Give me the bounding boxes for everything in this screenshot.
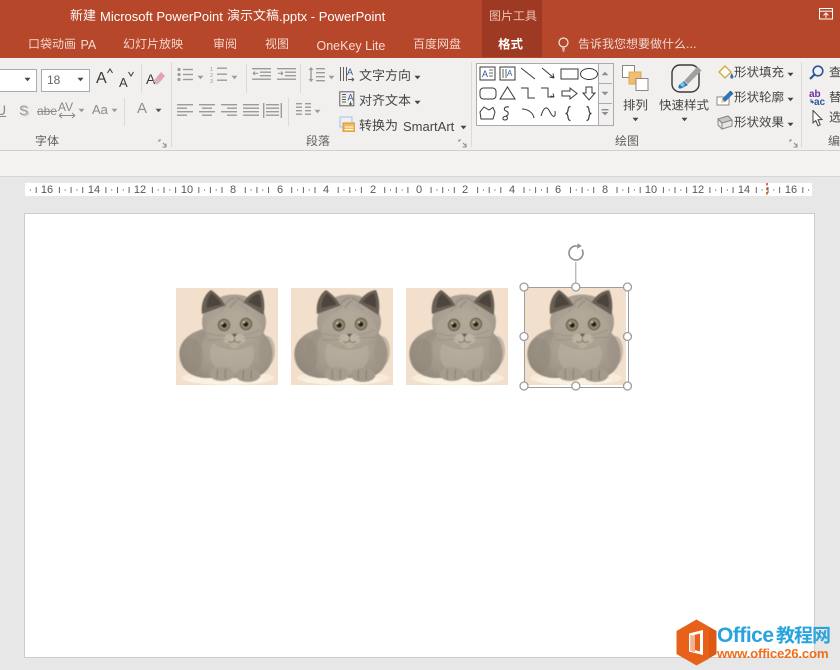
svg-text:3: 3 bbox=[210, 79, 213, 83]
svg-text:ac: ac bbox=[814, 97, 826, 106]
svg-text:A: A bbox=[347, 67, 353, 77]
svg-text:A: A bbox=[482, 69, 488, 79]
svg-text:A: A bbox=[348, 93, 354, 103]
svg-text:A: A bbox=[507, 69, 513, 78]
